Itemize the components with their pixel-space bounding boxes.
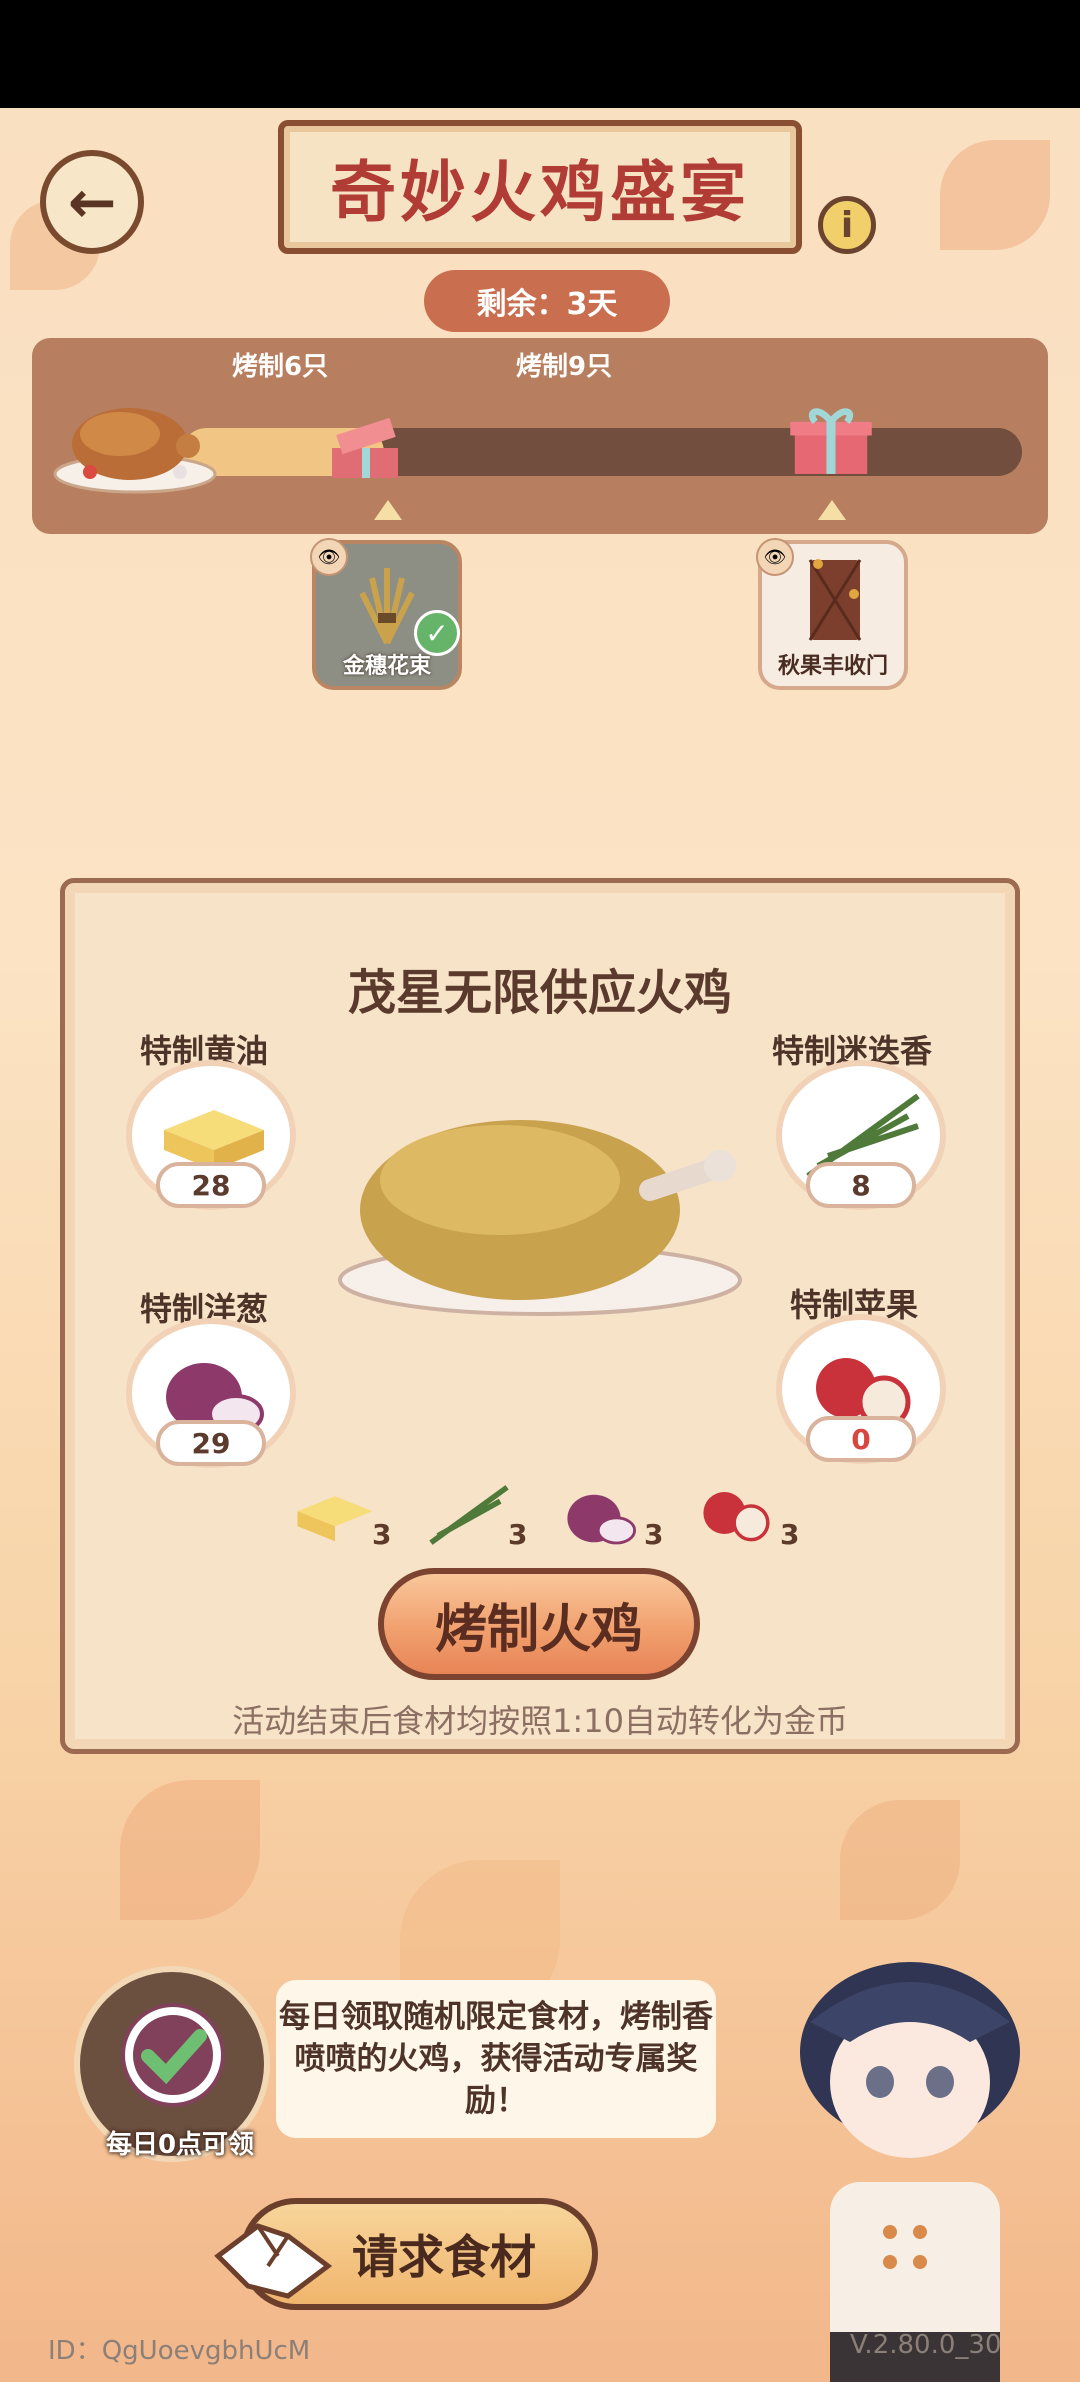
event-title: 奇妙火鸡盛宴: [330, 154, 750, 231]
gift-icon[interactable]: [788, 394, 874, 486]
reward-card-1[interactable]: 👁 ✓ 金穗花束: [310, 538, 462, 690]
ingredient-count-rosemary: 8: [806, 1162, 916, 1208]
conversion-note: 活动结束后食材均按照1:10自动转化为金币: [232, 1702, 848, 1740]
request-ingredients-label: 请求食材: [352, 2230, 536, 2284]
gift-icon-opened[interactable]: [328, 418, 404, 482]
npc-speech-text: 每日领取随机限定食材，烤制香喷喷的火鸡，获得活动专属奖励！: [279, 1999, 713, 2119]
onion-cost-icon: [567, 1494, 636, 1545]
user-id: ID：QgUoevgbhUcM: [48, 2336, 311, 2366]
progress-panel: 烤制6只 烤制9只: [32, 338, 1048, 534]
ingredient-count-butter: 28: [156, 1162, 266, 1208]
turkey-icon: [53, 408, 217, 494]
maple-leaf-decoration: [840, 1800, 960, 1920]
maple-leaf-decoration: [120, 1780, 260, 1920]
harvest-door-icon: [808, 559, 862, 641]
remaining-days-text: 剩余：3天: [476, 287, 618, 322]
rosemary-cost-icon: [429, 1485, 509, 1545]
check-icon: [121, 2003, 225, 2107]
back-arrow-icon: ←: [67, 168, 117, 236]
milestone-marker-1: [374, 500, 402, 520]
info-icon: i: [840, 204, 854, 246]
event-title-plate: 奇妙火鸡盛宴: [278, 120, 802, 254]
roast-turkey-image: [338, 1120, 742, 1316]
roast-turkey-button[interactable]: 烤制火鸡: [378, 1568, 700, 1680]
version-label: V.2.80.0_30: [850, 2330, 1002, 2360]
daily-claim-label: 每日0点可领: [105, 2130, 255, 2160]
milestone-label-1: 烤制6只: [232, 352, 329, 382]
info-button[interactable]: i: [818, 196, 876, 254]
top-black-bar: [0, 0, 1080, 108]
remaining-days-badge: 剩余：3天: [424, 270, 670, 332]
ingredient-count-onion: 29: [156, 1420, 266, 1466]
reward-name-2: 秋果丰收门: [777, 654, 888, 679]
back-button[interactable]: ←: [40, 150, 144, 254]
npc-speech-bubble: 每日领取随机限定食材，烤制香喷喷的火鸡，获得活动专属奖励！: [276, 1980, 716, 2138]
maple-leaf-decoration: [940, 140, 1050, 250]
ingredient-count-apple: 0: [806, 1416, 916, 1462]
reward-name-1: 金穗花束: [342, 654, 431, 679]
eye-icon[interactable]: 👁: [756, 538, 794, 576]
milestone-marker-2: [818, 500, 846, 520]
butter-cost: 3: [372, 1518, 392, 1551]
roast-turkey-button-label: 烤制火鸡: [434, 1599, 643, 1660]
progress-track: [182, 428, 1022, 476]
apple-cost-icon: [703, 1492, 770, 1542]
handshake-icon: [214, 2223, 333, 2299]
onion-cost: 3: [644, 1518, 664, 1551]
apple-cost: 3: [780, 1518, 800, 1551]
npc-character: [800, 1962, 1020, 2382]
butter-cost-icon: [297, 1496, 373, 1542]
milestone-label-2: 烤制9只: [516, 352, 613, 382]
rosemary-cost: 3: [508, 1518, 528, 1551]
panel-title: 茂星无限供应火鸡: [347, 965, 732, 1021]
reward-card-2[interactable]: 👁 秋果丰收门: [756, 538, 908, 690]
